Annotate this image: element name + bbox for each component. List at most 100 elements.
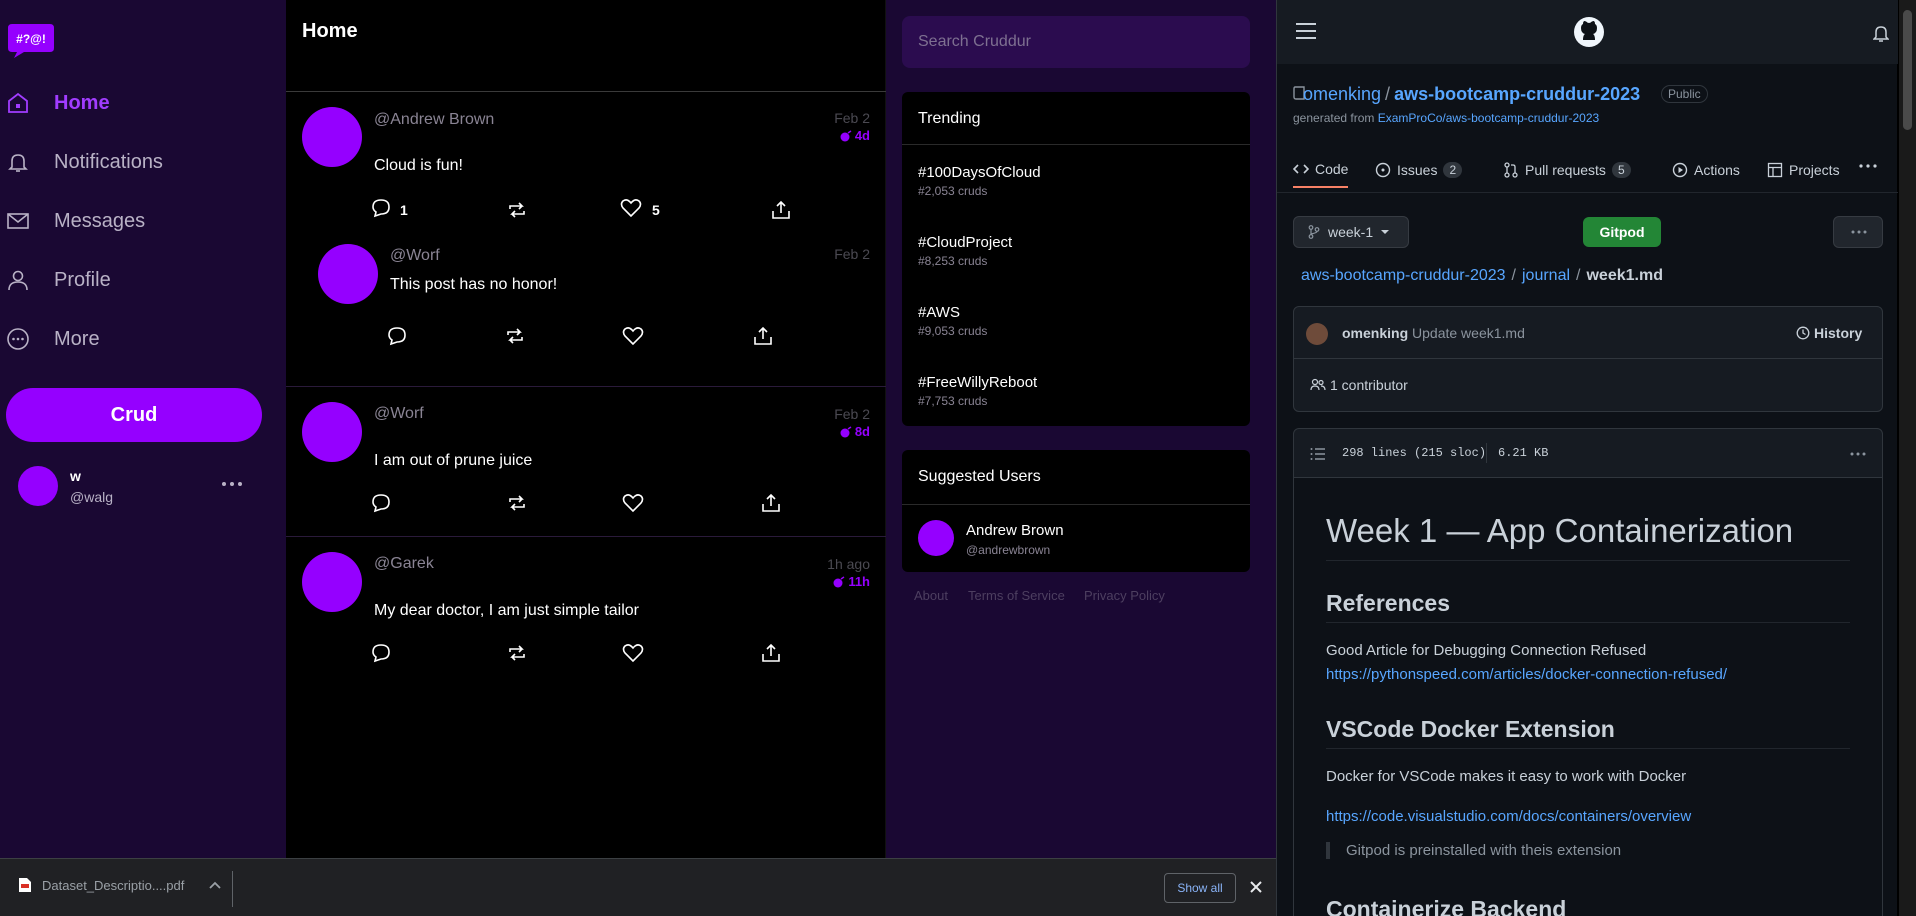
share-icon[interactable]	[770, 200, 792, 220]
markdown-link[interactable]: https://code.visualstudio.com/docs/conta…	[1326, 808, 1691, 825]
reply-icon[interactable]	[370, 643, 392, 663]
nav-more[interactable]: More	[0, 317, 286, 361]
privacy-link[interactable]: Privacy Policy	[1084, 588, 1165, 603]
hamburger-menu-icon[interactable]	[1295, 21, 1317, 41]
post-expires-label: 11h	[848, 574, 870, 589]
share-icon[interactable]	[760, 643, 782, 663]
file-line-count: 298 lines (215 sloc)	[1342, 446, 1487, 460]
breadcrumb-file: week1.md	[1586, 267, 1663, 284]
gitpod-button[interactable]: Gitpod	[1583, 217, 1661, 247]
repo-owner-link[interactable]: omenking	[1303, 84, 1381, 105]
more-circle-icon	[7, 328, 29, 350]
nav-profile-label: Profile	[54, 268, 111, 291]
search-input[interactable]	[902, 16, 1250, 68]
template-repo-link[interactable]: ExamProCo/aws-bootcamp-cruddur-2023	[1378, 111, 1599, 125]
repo-name-link[interactable]: aws-bootcamp-cruddur-2023	[1394, 84, 1640, 105]
heart-icon[interactable]	[622, 326, 644, 346]
trending-tag[interactable]: #AWS	[918, 304, 960, 321]
author-avatar[interactable]	[1306, 323, 1328, 345]
post-expires: 4d	[828, 128, 870, 143]
nav-profile[interactable]: Profile	[0, 258, 286, 302]
reply-icon[interactable]	[370, 493, 392, 513]
file-header: 298 lines (215 sloc) 6.21 KB	[1293, 428, 1883, 478]
share-icon[interactable]	[752, 326, 774, 346]
tab-pull-requests[interactable]: Pull requests 5	[1503, 152, 1631, 188]
reply-icon[interactable]	[370, 198, 392, 218]
github-logo-icon[interactable]	[1573, 16, 1605, 48]
reply-handle[interactable]: @Worf	[390, 247, 440, 265]
panel-divider	[902, 504, 1250, 505]
play-icon	[1672, 162, 1688, 178]
heart-icon[interactable]	[622, 493, 644, 513]
breadcrumb-repo-link[interactable]: aws-bootcamp-cruddur-2023	[1301, 267, 1506, 285]
suggested-user-name[interactable]: Andrew Brown	[966, 522, 1064, 539]
repost-icon[interactable]	[506, 643, 528, 663]
current-user-avatar[interactable]	[18, 466, 58, 506]
trending-tag[interactable]: #CloudProject	[918, 234, 1012, 251]
repost-icon[interactable]	[506, 200, 528, 220]
nav-notifications[interactable]: Notifications	[0, 140, 286, 184]
download-separator	[232, 871, 233, 907]
panel-divider	[902, 144, 1250, 145]
bell-icon[interactable]	[1873, 24, 1889, 42]
post-time: 1h ago	[827, 556, 870, 572]
post-avatar[interactable]	[302, 552, 362, 612]
breadcrumb-dir-link[interactable]: journal	[1522, 267, 1570, 285]
trending-tag[interactable]: #FreeWillyReboot	[918, 374, 1037, 391]
share-icon[interactable]	[760, 493, 782, 513]
download-item[interactable]: Dataset_Descriptio....pdf	[18, 877, 222, 893]
commit-message[interactable]: Update week1.md	[1412, 325, 1525, 341]
markdown-body: Week 1 — App Containerization References…	[1293, 478, 1883, 916]
nav-home[interactable]: Home	[0, 81, 286, 125]
post-handle[interactable]: @Worf	[374, 405, 424, 423]
profile-more-icon[interactable]	[220, 476, 244, 492]
show-all-button[interactable]: Show all	[1164, 873, 1236, 903]
current-user-handle: @walg	[70, 489, 114, 505]
about-link[interactable]: About	[914, 588, 948, 603]
markdown-link[interactable]: https://pythonspeed.com/articles/docker-…	[1326, 666, 1727, 683]
latest-commit: omenking Update week1.md History	[1294, 307, 1882, 359]
nav-messages-label: Messages	[54, 209, 146, 232]
contributors-label: 1 contributor	[1330, 377, 1408, 393]
post-avatar[interactable]	[302, 107, 362, 167]
repost-icon[interactable]	[506, 493, 528, 513]
chevron-up-icon[interactable]	[208, 880, 222, 890]
list-icon[interactable]	[1310, 447, 1326, 461]
file-actions-button[interactable]	[1833, 216, 1883, 248]
repost-icon[interactable]	[504, 326, 526, 346]
contributors[interactable]: 1 contributor	[1310, 377, 1408, 393]
suggested-user-avatar[interactable]	[918, 520, 954, 556]
close-icon[interactable]	[1248, 879, 1264, 895]
scrollbar-thumb[interactable]	[1903, 10, 1912, 130]
activity-feed: Home @Andrew Brown Feb 2 4d Cloud is fun…	[286, 0, 886, 858]
tab-code[interactable]: Code	[1293, 152, 1349, 188]
more-tabs-icon[interactable]	[1859, 163, 1877, 169]
heart-icon[interactable]	[620, 198, 642, 218]
pdf-file-icon	[19, 878, 31, 892]
post-expires-label: 8d	[854, 424, 870, 439]
history-link[interactable]: History	[1796, 325, 1862, 341]
tab-pull-requests-label: Pull requests	[1525, 162, 1606, 178]
branch-name: week-1	[1328, 224, 1374, 240]
post-handle[interactable]: @Garek	[374, 555, 434, 573]
post-handle[interactable]: @Andrew Brown	[374, 111, 494, 129]
tab-actions[interactable]: Actions	[1672, 152, 1740, 188]
reply-icon[interactable]	[386, 326, 408, 346]
reply-avatar[interactable]	[318, 244, 378, 304]
commit-author[interactable]: omenking	[1342, 325, 1408, 341]
markdown-paragraph: Good Article for Debugging Connection Re…	[1326, 642, 1647, 659]
page-scrollbar[interactable]	[1899, 0, 1916, 916]
crud-button[interactable]: Crud	[6, 388, 262, 442]
markdown-rule	[1326, 560, 1850, 561]
trending-tag[interactable]: #100DaysOfCloud	[918, 164, 1041, 181]
tab-issues[interactable]: Issues 2	[1375, 152, 1463, 188]
tab-projects[interactable]: Projects	[1767, 152, 1840, 188]
post-avatar[interactable]	[302, 402, 362, 462]
terms-link[interactable]: Terms of Service	[968, 588, 1065, 603]
branch-selector[interactable]: week-1	[1293, 216, 1409, 248]
heart-icon[interactable]	[622, 643, 644, 663]
cruddur-logo-icon[interactable]: #?@!	[6, 20, 56, 60]
nav-messages[interactable]: Messages	[0, 199, 286, 243]
sidebar: #?@! Home Notifications Messages Profile…	[0, 0, 286, 858]
kebab-horizontal-icon[interactable]	[1850, 452, 1866, 456]
